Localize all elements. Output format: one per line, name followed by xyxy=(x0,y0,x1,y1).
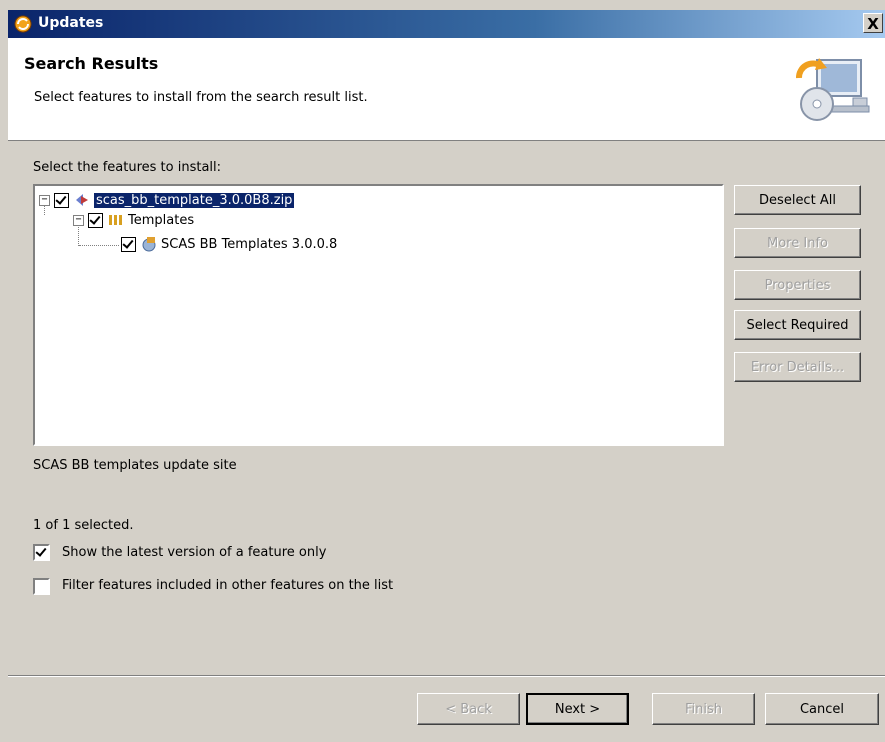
wizard-header: Search Results Select features to instal… xyxy=(8,38,885,141)
computer-update-icon xyxy=(796,58,870,121)
page-title: Search Results xyxy=(24,54,159,73)
tree-label: Select the features to install: xyxy=(33,160,222,175)
close-button[interactable]: X xyxy=(863,13,883,33)
site-icon xyxy=(76,194,88,206)
properties-button[interactable]: Properties xyxy=(734,270,861,300)
feature-icon xyxy=(142,237,156,252)
category-icon xyxy=(109,215,122,225)
filter-included-checkbox[interactable] xyxy=(33,578,50,595)
filter-included-label[interactable]: Filter features included in other featur… xyxy=(62,578,393,593)
latest-only-label[interactable]: Show the latest version of a feature onl… xyxy=(62,545,326,560)
tree-checkbox[interactable] xyxy=(54,192,69,208)
page-description: Select features to install from the sear… xyxy=(34,90,368,105)
feature-tree[interactable]: − scas_bb_template_3.0.0B8.zip − Templat… xyxy=(33,184,724,446)
cancel-button[interactable]: Cancel xyxy=(765,693,879,725)
tree-checkbox[interactable] xyxy=(88,212,103,228)
window-title: Updates xyxy=(38,15,104,31)
select-required-button[interactable]: Select Required xyxy=(734,310,861,340)
footer-separator xyxy=(8,675,885,677)
selection-status: 1 of 1 selected. xyxy=(33,518,134,533)
tree-row-feature[interactable]: SCAS BB Templates 3.0.0.8 xyxy=(121,234,337,254)
latest-only-checkbox[interactable] xyxy=(33,544,50,561)
title-bar[interactable]: Updates X xyxy=(8,10,885,38)
more-info-button[interactable]: More Info xyxy=(734,228,861,258)
deselect-all-button[interactable]: Deselect All xyxy=(734,185,861,215)
tree-row-site[interactable]: − scas_bb_template_3.0.0B8.zip xyxy=(39,190,296,210)
back-button[interactable]: < Back xyxy=(417,693,520,725)
tree-item-label: Templates xyxy=(128,212,195,228)
error-details-button[interactable]: Error Details... xyxy=(734,352,861,382)
tree-row-category[interactable]: − Templates xyxy=(73,210,194,230)
collapse-toggle[interactable]: − xyxy=(73,214,84,226)
tree-checkbox[interactable] xyxy=(121,236,136,252)
next-button[interactable]: Next > xyxy=(526,693,629,725)
tree-item-label: scas_bb_template_3.0.0B8.zip xyxy=(92,191,296,209)
tree-line xyxy=(79,245,119,246)
update-app-icon xyxy=(14,15,32,33)
tree-item-label: SCAS BB Templates 3.0.0.8 xyxy=(161,236,338,252)
site-description: SCAS BB templates update site xyxy=(33,458,237,473)
updates-dialog: Updates X Search Results Select features… xyxy=(0,0,885,742)
collapse-toggle[interactable]: − xyxy=(39,194,50,206)
finish-button[interactable]: Finish xyxy=(652,693,755,725)
